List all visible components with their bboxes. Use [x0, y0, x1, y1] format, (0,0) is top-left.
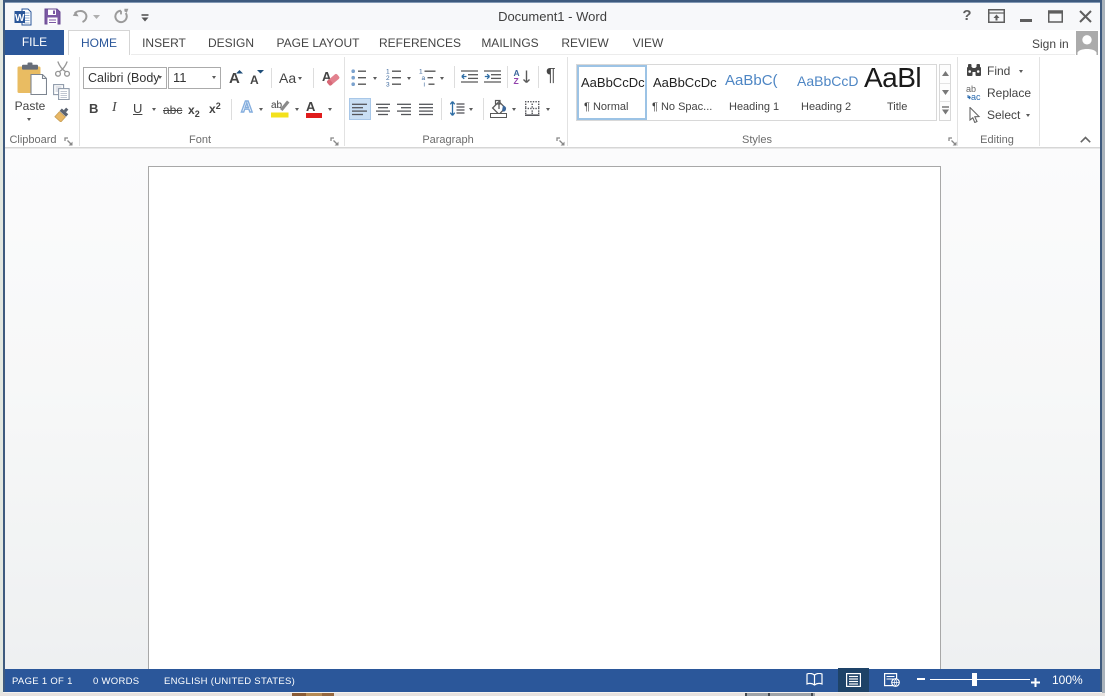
svg-text:i: i	[424, 82, 425, 88]
svg-text:W: W	[15, 13, 25, 24]
svg-text:Z: Z	[514, 76, 519, 85]
svg-text:ac: ac	[971, 92, 981, 101]
svg-text:3: 3	[386, 82, 390, 88]
